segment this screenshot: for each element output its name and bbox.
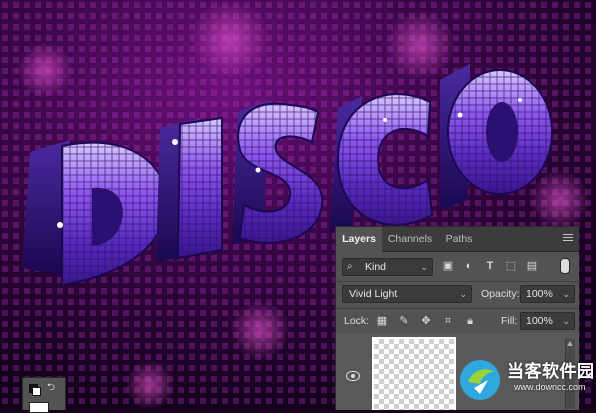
- lock-all-icon[interactable]: 🔒︎: [464, 315, 476, 327]
- blend-mode-value: Vivid Light: [349, 288, 398, 300]
- smart-object-filter-icon[interactable]: ▤: [526, 260, 538, 272]
- eye-icon[interactable]: [346, 371, 360, 381]
- kind-filter-select[interactable]: ⌕ Kind ⌄: [342, 258, 433, 276]
- blend-mode-select[interactable]: Vivid Light ⌄: [342, 285, 472, 303]
- lock-transparent-icon[interactable]: ▦: [376, 315, 388, 327]
- default-colors-icon-back: [32, 387, 41, 396]
- opacity-label: Opacity:: [481, 288, 520, 300]
- opacity-value: 100%: [526, 288, 553, 300]
- fill-value: 100%: [526, 315, 553, 327]
- chevron-down-icon: ⌄: [562, 316, 570, 326]
- lock-row: Lock: ▦ ✎ ✥ ⌗ 🔒︎ Fill: 100% ⌄: [336, 309, 579, 335]
- lock-label: Lock:: [344, 315, 370, 327]
- kind-label: Kind: [365, 261, 387, 273]
- letter-i: [156, 116, 223, 262]
- shape-filter-icon[interactable]: ⬚: [505, 260, 517, 272]
- foreground-color-swatch[interactable]: [29, 402, 49, 413]
- lock-paint-icon[interactable]: ✎: [398, 315, 410, 327]
- tab-channels[interactable]: Channels: [384, 227, 436, 251]
- lock-move-icon[interactable]: ✥: [420, 315, 432, 327]
- fill-field[interactable]: 100% ⌄: [520, 312, 575, 330]
- watermark-logo: [460, 360, 500, 400]
- tab-paths[interactable]: Paths: [438, 227, 480, 251]
- color-swatches-tool: ⮌: [22, 377, 66, 413]
- filter-toggle[interactable]: [560, 258, 570, 274]
- lock-artboard-icon[interactable]: ⌗: [442, 315, 454, 327]
- watermark-name: 当客软件园: [507, 362, 595, 381]
- chevron-down-icon: ⌄: [562, 289, 570, 299]
- image-filter-icon[interactable]: ▣: [442, 260, 454, 272]
- panel-tab-bar: Layers Channels Paths: [336, 227, 579, 252]
- chevron-down-icon: ⌄: [420, 262, 428, 272]
- adjustment-filter-icon[interactable]: ◐: [463, 260, 475, 272]
- blend-row: Vivid Light ⌄ Opacity: 100% ⌄: [336, 282, 579, 308]
- hamburger-icon[interactable]: [563, 234, 573, 242]
- search-icon: ⌕: [347, 261, 353, 272]
- type-filter-icon[interactable]: T: [484, 260, 496, 272]
- fill-label: Fill:: [501, 315, 518, 327]
- layer-thumbnail[interactable]: [372, 337, 456, 410]
- scroll-up-icon[interactable]: [567, 341, 573, 346]
- swap-colors-icon[interactable]: ⮌: [47, 383, 55, 393]
- filter-row: ⌕ Kind ⌄ ▣ ◐ T ⬚ ▤: [336, 255, 579, 281]
- chevron-down-icon: ⌄: [459, 289, 467, 299]
- opacity-field[interactable]: 100% ⌄: [520, 285, 575, 303]
- watermark-url: www.downcc.com: [514, 382, 586, 392]
- tab-layers[interactable]: Layers: [336, 227, 382, 252]
